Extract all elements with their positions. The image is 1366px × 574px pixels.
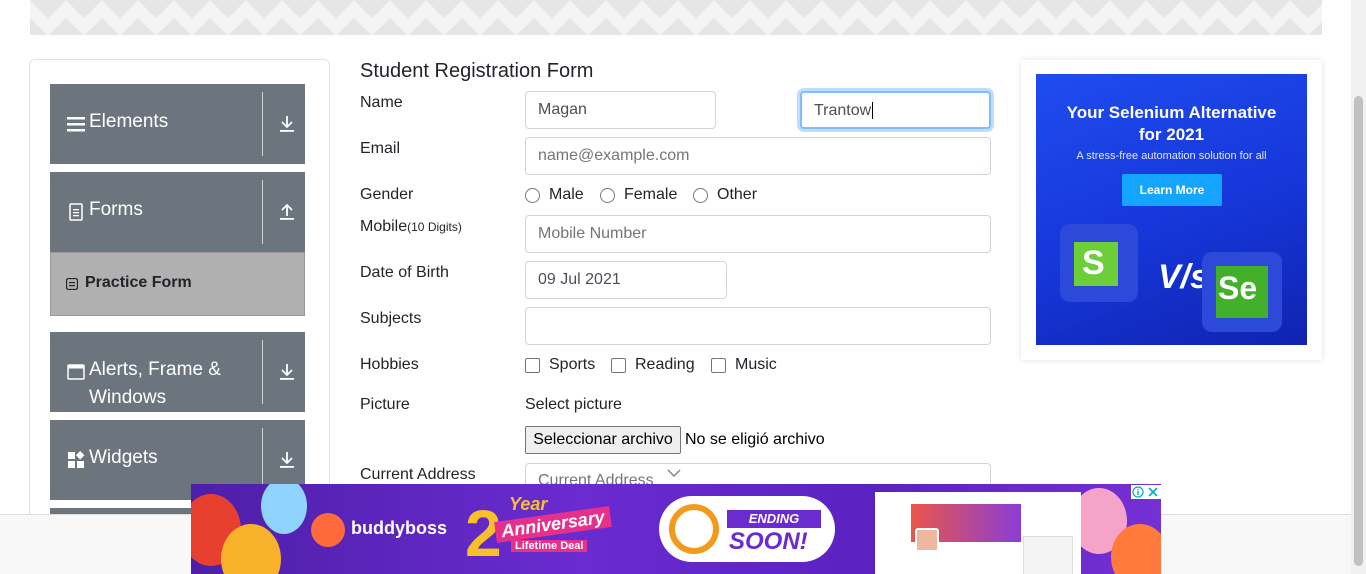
- mobile-label-text: Mobile: [360, 218, 408, 235]
- sidebar-group-elements[interactable]: Elements: [50, 84, 305, 164]
- side-ad-subtitle: A stress-free automation solution for al…: [1076, 150, 1267, 162]
- file-status: No se eligió archivo: [685, 431, 825, 448]
- divider: [262, 428, 263, 492]
- window-icon: [67, 364, 85, 380]
- subjects-input[interactable]: [525, 307, 991, 345]
- hobby-reading-checkbox[interactable]: [611, 358, 626, 373]
- gender-male-label[interactable]: Male: [549, 186, 584, 204]
- email-input[interactable]: name@example.com: [525, 137, 991, 175]
- sidebar-group-label: Alerts, Frame & Windows: [89, 359, 221, 408]
- gender-female-label[interactable]: Female: [624, 186, 677, 204]
- page-title: Student Registration Form: [360, 60, 594, 82]
- mobile-hint: (10 Digits): [407, 220, 462, 234]
- page-scrollbar[interactable]: [1351, 0, 1366, 574]
- lifetime-deal-text: Lifetime Deal: [511, 540, 588, 552]
- balloon: [261, 484, 307, 534]
- dob-label: Date of Birth: [360, 264, 449, 281]
- picture-label: Picture: [360, 396, 410, 413]
- download-arrow-icon[interactable]: [278, 450, 296, 470]
- last-name-input[interactable]: Trantow: [800, 91, 991, 129]
- divider: [262, 340, 263, 404]
- download-arrow-icon[interactable]: [278, 362, 296, 382]
- sidebar-group-label: Forms: [89, 199, 143, 220]
- selenium-logo-text: Se: [1218, 270, 1258, 306]
- hobby-music-checkbox[interactable]: [711, 358, 726, 373]
- upload-arrow-icon[interactable]: [278, 202, 296, 222]
- katalon-logo-text: S: [1082, 244, 1105, 282]
- gender-male-radio[interactable]: [525, 188, 540, 203]
- hobby-sports-checkbox[interactable]: [525, 358, 540, 373]
- hobby-sports-label[interactable]: Sports: [549, 356, 595, 374]
- widgets-icon: [68, 451, 85, 468]
- document-icon: [69, 203, 83, 221]
- address-label: Current Address: [360, 466, 476, 483]
- form-icon: [66, 278, 78, 290]
- clock-icon: [669, 504, 719, 554]
- sidebar-group-alerts[interactable]: Alerts, Frame & Windows: [50, 332, 305, 412]
- gender-other-label[interactable]: Other: [717, 186, 757, 204]
- anniversary-year: Year: [509, 494, 548, 514]
- hobby-reading-label[interactable]: Reading: [635, 356, 695, 374]
- sidebar-group-label: Widgets: [89, 447, 158, 468]
- menu-icon: [67, 117, 85, 132]
- mobile-label: Mobile(10 Digits): [360, 218, 462, 236]
- product-screenshot: [875, 492, 1081, 574]
- katalon-logo: S: [1060, 224, 1138, 302]
- adchoices-icon[interactable]: [1131, 485, 1161, 499]
- chevron-down-icon: [667, 469, 681, 477]
- subjects-label: Subjects: [360, 310, 422, 327]
- last-name-value: Trantow: [814, 102, 872, 119]
- sidebar-item-practice-form[interactable]: Practice Form: [50, 252, 305, 316]
- learn-more-button[interactable]: Learn More: [1122, 174, 1222, 206]
- gender-label: Gender: [360, 186, 414, 203]
- first-name-input[interactable]: Magan: [525, 91, 716, 129]
- name-label: Name: [360, 94, 403, 111]
- choose-file-button[interactable]: Seleccionar archivo: [525, 426, 681, 454]
- selenium-logo: Se: [1202, 252, 1282, 332]
- close-icon[interactable]: [1147, 486, 1159, 498]
- buddyboss-brand: buddyboss: [351, 518, 448, 538]
- sidebar-group-label: Elements: [89, 111, 169, 132]
- ending-text: ENDING: [727, 510, 821, 528]
- email-label: Email: [360, 140, 401, 157]
- divider: [262, 92, 263, 156]
- scrollbar-thumb[interactable]: [1354, 96, 1363, 566]
- side-ad-headline: Your Selenium Alternative for 2021: [1036, 102, 1307, 146]
- mobile-input[interactable]: Mobile Number: [525, 215, 991, 253]
- download-arrow-icon[interactable]: [278, 114, 296, 134]
- buddyboss-logo-icon: [311, 513, 345, 547]
- side-ad[interactable]: Your Selenium Alternative for 2021 A stre…: [1036, 74, 1307, 345]
- sidebar-group-forms[interactable]: Forms: [50, 172, 305, 252]
- hobby-music-label[interactable]: Music: [735, 356, 777, 374]
- gender-female-radio[interactable]: [600, 188, 615, 203]
- gender-other-radio[interactable]: [693, 188, 708, 203]
- header-banner: [30, 0, 1322, 35]
- select-picture-label: Select picture: [525, 396, 622, 413]
- ending-soon-badge: ENDING SOON!: [659, 496, 835, 562]
- soon-text: SOON!: [729, 528, 808, 555]
- dob-input[interactable]: 09 Jul 2021: [525, 261, 727, 299]
- divider: [262, 180, 263, 244]
- side-ad-headline-line1: Your Selenium Alternative: [1066, 103, 1277, 122]
- sidebar-item-label: Practice Form: [85, 274, 192, 291]
- side-ad-headline-line2: for 2021: [1138, 125, 1205, 144]
- hobbies-label: Hobbies: [360, 356, 419, 373]
- info-icon: [1132, 486, 1144, 498]
- bottom-ad-banner[interactable]: buddyboss 2 Year Anniversary Lifetime De…: [191, 484, 1161, 574]
